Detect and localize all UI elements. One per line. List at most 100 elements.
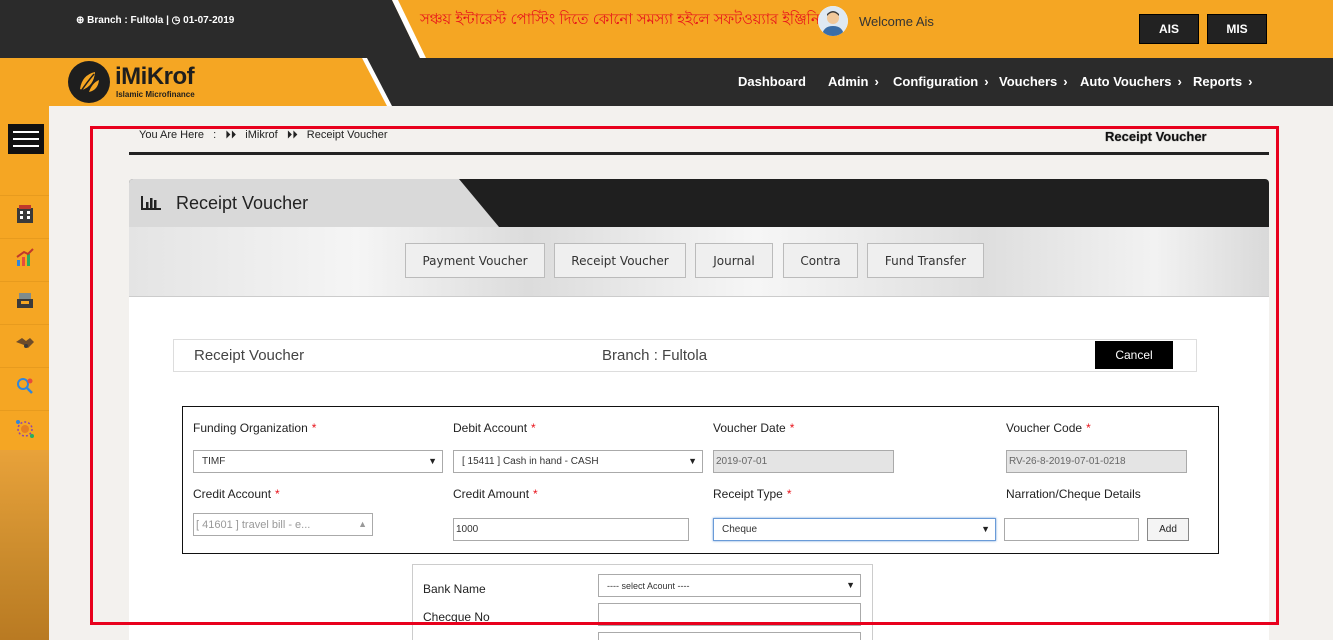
tab-contra[interactable]: Contra xyxy=(783,243,858,278)
breadcrumb-prefix: You Are Here xyxy=(139,129,205,141)
dropdown-arrow-icon: ▼ xyxy=(428,456,437,466)
mis-button[interactable]: MIS xyxy=(1207,14,1267,44)
bank-name-value: ---- select Acount ---- xyxy=(607,580,690,591)
voucher-code-field: RV-26-8-2019-07-01-0218 xyxy=(1006,450,1187,473)
debit-account-select[interactable]: [ 15411 ] Cash in hand - CASH ▼ xyxy=(453,450,703,473)
voucher-date-field: 2019-07-01 xyxy=(713,450,894,473)
nav-dashboard-label: Dashboard xyxy=(738,74,806,89)
nav-auto-vouchers[interactable]: Auto Vouchers › xyxy=(1080,74,1182,89)
hamburger-menu-icon[interactable] xyxy=(8,124,44,154)
cheque-no-input[interactable] xyxy=(598,603,861,626)
credit-amount-label-text: Credit Amount xyxy=(453,487,530,501)
top-header-dark-panel xyxy=(0,0,420,58)
branch-info: ⊕ Branch : Fultola | ◷ 01-07-2019 xyxy=(76,15,234,26)
user-avatar-icon[interactable] xyxy=(818,6,848,36)
nav-dashboard[interactable]: Dashboard xyxy=(738,74,806,89)
breadcrumb: You Are Here : ⏵⏵ iMikrof ⏵⏵ Receipt Vou… xyxy=(139,129,394,142)
receipt-type-value: Cheque xyxy=(722,524,758,535)
credit-account-label: Credit Account * xyxy=(193,487,280,501)
dropdown-arrow-icon: ▼ xyxy=(981,524,990,534)
dropdown-arrow-icon: ▼ xyxy=(846,580,855,590)
narration-label: Narration/Cheque Details xyxy=(1006,487,1141,501)
nav-admin[interactable]: Admin › xyxy=(828,74,879,89)
add-button[interactable]: Add xyxy=(1147,518,1189,541)
bank-name-select[interactable]: ---- select Acount ---- ▼ xyxy=(598,574,861,597)
voucher-code-label-text: Voucher Code xyxy=(1006,421,1083,435)
receipt-type-label-text: Receipt Type xyxy=(713,487,783,501)
sidebar-background-image xyxy=(0,450,49,640)
credit-amount-input[interactable]: 1000 xyxy=(453,518,689,541)
voucher-bar-branch: Branch : Fultola xyxy=(602,347,708,364)
clock-icon: ◷ xyxy=(171,15,181,26)
required-mark: * xyxy=(789,421,795,435)
ais-button[interactable]: AIS xyxy=(1139,14,1199,44)
voucher-code-label: Voucher Code * xyxy=(1006,421,1091,435)
credit-amount-value: 1000 xyxy=(456,524,479,535)
credit-account-label-text: Credit Account xyxy=(193,487,272,501)
chevron-right-icon: › xyxy=(1063,74,1068,89)
required-mark: * xyxy=(1086,421,1091,435)
nav-auto-vouchers-label: Auto Vouchers xyxy=(1080,74,1172,89)
settings-search-icon[interactable] xyxy=(0,367,49,403)
nav-vouchers[interactable]: Vouchers › xyxy=(999,74,1068,89)
nav-reports[interactable]: Reports › xyxy=(1193,74,1252,89)
debit-account-label: Debit Account * xyxy=(453,421,536,435)
voucher-date-value: 2019-07-01 xyxy=(716,456,768,467)
voucher-code-value: RV-26-8-2019-07-01-0218 xyxy=(1009,456,1126,467)
credit-account-value: [ 41601 ] travel bill - e... xyxy=(196,518,311,531)
tab-journal[interactable]: Journal xyxy=(695,243,773,278)
dropdown-arrow-icon: ▲ xyxy=(358,519,367,529)
chevron-right-icon: › xyxy=(984,74,989,89)
bar-chart-icon xyxy=(140,193,162,216)
required-mark: * xyxy=(786,487,792,501)
voucher-bar-title: Receipt Voucher xyxy=(194,347,305,364)
funding-org-label: Funding Organization * xyxy=(193,421,316,435)
funding-org-select[interactable]: TIMF ▼ xyxy=(193,450,443,473)
double-chevron-icon: ⏵⏵ xyxy=(286,129,298,141)
debit-account-label-text: Debit Account xyxy=(453,421,528,435)
nav-configuration-label: Configuration xyxy=(893,74,979,89)
chevron-right-icon: › xyxy=(1248,74,1253,89)
credit-account-select[interactable]: [ 41601 ] travel bill - e... ▲ xyxy=(193,513,373,536)
tab-fund-transfer[interactable]: Fund Transfer xyxy=(867,243,984,278)
nav-admin-label: Admin xyxy=(828,74,869,89)
notice-marquee: সঞ্চয় ইন্টারেস্ট পোস্টিং দিতে কোনো সমস্… xyxy=(420,10,820,28)
bank-name-label: Bank Name xyxy=(423,582,486,596)
building-icon[interactable] xyxy=(0,195,49,231)
required-mark: * xyxy=(275,487,280,501)
receipt-type-label: Receipt Type * xyxy=(713,487,792,501)
required-mark: * xyxy=(531,421,536,435)
page-title: Receipt Voucher xyxy=(1105,129,1207,144)
receipt-type-select[interactable]: Cheque ▼ xyxy=(713,518,996,541)
required-mark: * xyxy=(533,487,538,501)
credit-amount-label: Credit Amount * xyxy=(453,487,538,501)
nav-reports-label: Reports xyxy=(1193,74,1243,89)
narration-input[interactable] xyxy=(1004,518,1139,541)
logo-title[interactable]: iMiKrof xyxy=(115,63,195,91)
gear-network-icon[interactable] xyxy=(0,410,49,446)
chevron-right-icon: › xyxy=(874,74,879,89)
date-text: 01-07-2019 xyxy=(183,15,235,26)
handshake-icon[interactable] xyxy=(0,324,49,360)
breadcrumb-root-link[interactable]: iMikrof xyxy=(245,129,277,141)
logo-area xyxy=(0,58,390,106)
cash-register-icon[interactable] xyxy=(0,281,49,317)
cancel-button[interactable]: Cancel xyxy=(1095,341,1173,369)
branch-text: Branch : Fultola | xyxy=(87,15,169,26)
debit-account-value: [ 15411 ] Cash in hand - CASH xyxy=(462,456,599,467)
nav-vouchers-label: Vouchers xyxy=(999,74,1058,89)
voucher-date-label-text: Voucher Date xyxy=(713,421,786,435)
breadcrumb-separator: : xyxy=(213,129,217,141)
nav-configuration[interactable]: Configuration › xyxy=(893,74,989,89)
logo-subtitle: Islamic Microfinance xyxy=(116,90,195,99)
globe-icon: ⊕ xyxy=(76,15,85,26)
logo-leaf-icon[interactable] xyxy=(68,61,110,103)
dropdown-arrow-icon: ▼ xyxy=(688,456,697,466)
breadcrumb-divider xyxy=(129,152,1269,155)
breadcrumb-current: Receipt Voucher xyxy=(306,129,388,141)
tab-payment-voucher[interactable]: Payment Voucher xyxy=(405,243,545,278)
next-field-input[interactable] xyxy=(598,632,861,640)
cheque-no-label: Checque No xyxy=(423,610,490,624)
tab-receipt-voucher[interactable]: Receipt Voucher xyxy=(554,243,686,278)
growth-chart-icon[interactable] xyxy=(0,238,49,274)
